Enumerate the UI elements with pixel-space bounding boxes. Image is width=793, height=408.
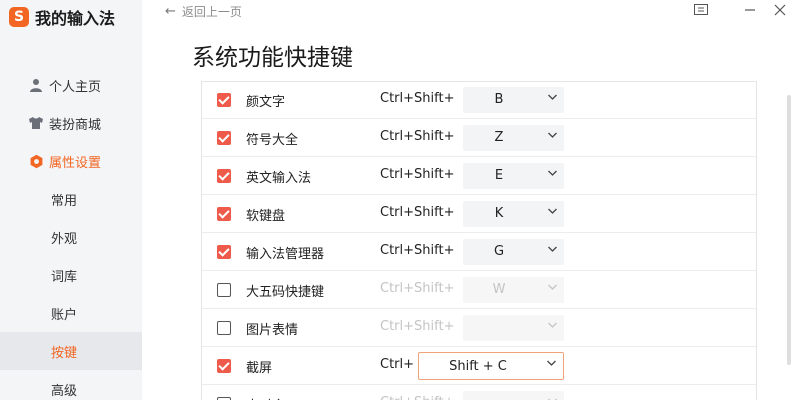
sidebar-item-label: 属性设置 (49, 155, 102, 171)
sidebar: S 我的输入法 个人主页 装扮商城 属性设置 常用 外观 词库 账户 按键 高级 (0, 0, 142, 400)
shortcut-key-value: Shift + C (449, 359, 507, 374)
shortcut-checkbox[interactable] (217, 131, 231, 145)
sidebar-item-profile[interactable]: 个人主页 (0, 66, 142, 104)
back-arrow-icon: ← (165, 3, 176, 19)
shortcut-modifier: Ctrl+Shift+ (380, 319, 455, 334)
shortcut-row: 大五码快捷键 Ctrl+Shift+ W (202, 271, 756, 309)
shortcut-modifier: Ctrl+Shift+ (380, 167, 455, 182)
shirt-icon (28, 115, 44, 131)
sidebar-subitem-label: 账户 (51, 307, 78, 323)
feedback-icon[interactable] (691, 1, 711, 19)
sidebar-subitem-account[interactable]: 账户 (0, 294, 142, 332)
chevron-down-icon (547, 90, 558, 107)
shortcut-key-value: B (494, 92, 504, 107)
shortcut-key-select[interactable]: G (463, 239, 564, 265)
shortcut-key-value: W (492, 282, 506, 297)
shortcut-modifier: Ctrl+Shift+ (380, 243, 455, 258)
scrollbar[interactable] (787, 95, 791, 365)
person-icon (28, 77, 44, 93)
shortcut-key-select[interactable] (463, 315, 564, 341)
sidebar-item-store[interactable]: 装扮商城 (0, 104, 142, 142)
shortcut-key-select[interactable]: E (463, 163, 564, 189)
shortcut-key-select[interactable]: K (463, 201, 564, 227)
shortcut-list: 颜文字 Ctrl+Shift+ B 符号大全 Ctrl+Shift+ Z 英文输入法 Ctrl… (201, 81, 757, 400)
sidebar-item-label: 个人主页 (49, 79, 102, 95)
shortcut-name: 符号大全 (246, 133, 299, 148)
shortcut-checkbox[interactable] (217, 169, 231, 183)
shortcut-row: 截屏 Ctrl+ Shift + C (202, 347, 756, 385)
shortcut-key-select[interactable] (463, 391, 564, 400)
back-label: 返回上一页 (181, 4, 242, 19)
chevron-down-icon (547, 394, 558, 400)
shortcut-key-value: E (494, 168, 504, 183)
shortcut-key-select[interactable]: Shift + C (418, 352, 564, 380)
shortcut-key-select[interactable]: Z (463, 125, 564, 151)
app-title: 我的输入法 (35, 9, 116, 28)
shortcut-modifier: Ctrl+Shift+ (380, 91, 455, 106)
shortcut-row: 颜文字 Ctrl+Shift+ B (202, 82, 756, 119)
chevron-down-icon (547, 204, 558, 221)
sidebar-subitem-label: 按键 (51, 345, 78, 361)
back-link[interactable]: ← 返回上一页 (165, 3, 242, 19)
chevron-down-icon (547, 318, 558, 335)
shortcut-checkbox[interactable] (217, 245, 231, 259)
shortcut-modifier: Ctrl+Shift+ (380, 129, 455, 144)
shortcut-modifier: Ctrl+ (380, 357, 415, 372)
sidebar-subitem-advanced[interactable]: 高级 (0, 370, 142, 408)
chevron-down-icon (547, 280, 558, 297)
shortcut-modifier: Ctrl+Shift+ (380, 395, 454, 400)
shortcut-modifier: Ctrl+Shift+ (380, 205, 455, 220)
shortcut-name: 英文输入法 (246, 171, 312, 186)
page-title: 系统功能快捷键 (192, 45, 353, 71)
sidebar-subitem-label: 词库 (51, 269, 78, 285)
shortcut-name: 颜文字 (246, 95, 286, 110)
sidebar-subitem-label: 外观 (51, 231, 78, 247)
shortcut-row: 图片表情 Ctrl+Shift+ (202, 309, 756, 347)
shortcut-modifier: Ctrl+Shift+ (380, 281, 455, 296)
shortcut-name: 图片表情 (246, 323, 299, 338)
sidebar-item-settings[interactable]: 属性设置 (0, 142, 142, 180)
shortcut-key-select[interactable]: B (463, 87, 564, 113)
shortcut-key-value: Z (494, 130, 504, 145)
chevron-down-icon (547, 166, 558, 183)
sidebar-subitem-common[interactable]: 常用 (0, 180, 142, 218)
shortcut-checkbox[interactable] (217, 207, 231, 221)
sidebar-subitem-appearance[interactable]: 外观 (0, 218, 142, 256)
shortcut-checkbox[interactable] (217, 321, 231, 335)
shortcut-row: 软键盘 Ctrl+Shift+ K (202, 195, 756, 233)
sidebar-item-label: 装扮商城 (49, 117, 102, 133)
app-logo-icon: S (9, 7, 29, 27)
shortcut-row: 英文输入法 Ctrl+Shift+ E (202, 157, 756, 195)
shortcut-name: 软键盘 (246, 209, 286, 224)
chevron-down-icon (547, 128, 558, 145)
shortcut-row: 中时命了 Ctrl+Shift+ (202, 385, 756, 400)
shortcut-name: 大五码快捷键 (246, 285, 325, 300)
shortcut-name: 中时命了 (246, 395, 298, 400)
chevron-down-icon (546, 356, 557, 373)
chevron-down-icon (547, 242, 558, 259)
settings-icon (28, 153, 44, 169)
shortcut-checkbox[interactable] (217, 283, 231, 297)
sidebar-subitem-keys[interactable]: 按键 (0, 332, 142, 370)
shortcut-key-value: G (493, 244, 505, 259)
minimize-icon[interactable] (740, 1, 760, 19)
shortcut-key-value: K (494, 206, 504, 221)
shortcut-row: 符号大全 Ctrl+Shift+ Z (202, 119, 756, 157)
sidebar-subitem-label: 常用 (51, 193, 78, 209)
shortcut-row: 输入法管理器 Ctrl+Shift+ G (202, 233, 756, 271)
shortcut-name: 输入法管理器 (246, 247, 325, 262)
close-icon[interactable] (770, 1, 790, 19)
sidebar-subitem-label: 高级 (51, 383, 78, 399)
sidebar-subitem-dictionary[interactable]: 词库 (0, 256, 142, 294)
shortcut-checkbox[interactable] (217, 359, 231, 373)
shortcut-name: 截屏 (246, 361, 273, 376)
shortcut-key-select[interactable]: W (463, 277, 564, 303)
shortcut-checkbox[interactable] (217, 93, 231, 107)
app-brand: S 我的输入法 (9, 6, 115, 28)
